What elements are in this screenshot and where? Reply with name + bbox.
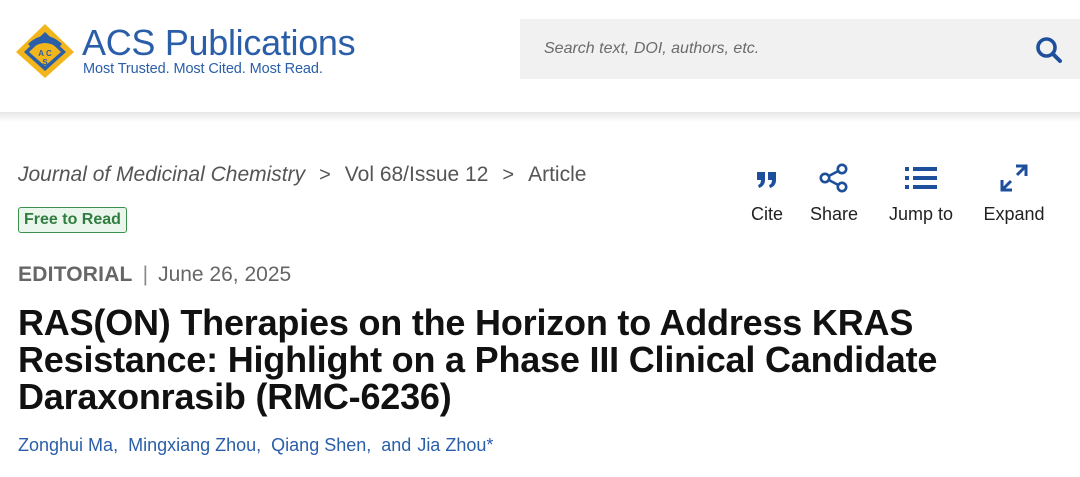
search-button[interactable] [1034, 35, 1064, 65]
article-type: EDITORIAL [18, 263, 133, 286]
author-link[interactable]: Qiang Shen [271, 435, 366, 455]
article-title-line: Resistance: Highlight on a Phase III Cli… [18, 339, 938, 380]
acs-publications-logo[interactable]: A C S ACS Publications Most Trusted. Mos… [14, 22, 356, 82]
article-title-line: Daraxonrasib (RMC-6236) [18, 376, 452, 417]
svg-text:S: S [42, 58, 48, 67]
author-list: Zonghui Ma, Mingxiang Zhou, Qiang Shen, and… [18, 435, 493, 456]
quote-icon [757, 172, 776, 188]
author-separator: , [366, 435, 372, 455]
share-label: Share [809, 204, 859, 224]
logo-tagline: Most Trusted. Most Cited. Most Read. [83, 61, 323, 77]
logo-title-suffix: Publications [164, 22, 356, 63]
list-icon [905, 167, 937, 189]
svg-text:A C: A C [38, 49, 52, 58]
expand-icon [1000, 164, 1028, 192]
jump-to-label: Jump to [888, 204, 954, 224]
logo-title-prefix: ACS [82, 22, 156, 63]
expand-button[interactable]: Expand [980, 162, 1048, 225]
site-header: A C S ACS Publications Most Trusted. Mos… [0, 0, 1080, 114]
author-link[interactable]: Mingxiang Zhou [128, 435, 256, 455]
share-icon [819, 163, 848, 193]
logo-title: ACS Publications [82, 22, 356, 64]
search-input[interactable] [520, 19, 1020, 79]
breadcrumb-current: Article [528, 163, 587, 186]
share-button[interactable]: Share [808, 162, 860, 225]
author-link[interactable]: Jia Zhou* [417, 435, 493, 455]
expand-label: Expand [983, 204, 1045, 224]
author-separator: , [113, 435, 119, 455]
jump-to-button[interactable]: Jump to [882, 162, 960, 225]
meta-divider: | [142, 263, 149, 286]
cite-label: Cite [750, 204, 783, 224]
article-title-line: RAS(ON) Therapies on the Horizon to Addr… [18, 302, 914, 343]
article-meta: EDITORIAL | June 26, 2025 [18, 263, 291, 287]
author-conjunction: and [381, 435, 412, 455]
header-shadow [0, 112, 1080, 122]
breadcrumb: Journal of Medicinal Chemistry > Vol 68/… [18, 163, 586, 187]
author-separator: , [256, 435, 262, 455]
cite-button[interactable]: Cite [740, 162, 794, 225]
acs-logo-mark-icon: A C S [16, 24, 74, 78]
breadcrumb-separator: > [319, 163, 331, 186]
publication-date: June 26, 2025 [158, 263, 292, 286]
search-bar [520, 19, 1080, 79]
author-link[interactable]: Zonghui Ma [18, 435, 113, 455]
search-icon [1036, 37, 1062, 63]
breadcrumb-issue-link[interactable]: Vol 68/Issue 12 [345, 163, 489, 187]
article-toolbar: Cite Share Jump to Expand [740, 162, 1060, 232]
breadcrumb-separator: > [502, 163, 515, 186]
breadcrumb-journal-link[interactable]: Journal of Medicinal Chemistry [18, 163, 305, 187]
article-title: RAS(ON) Therapies on the Horizon to Addr… [18, 304, 1018, 415]
free-to-read-badge: Free to Read [18, 207, 127, 233]
